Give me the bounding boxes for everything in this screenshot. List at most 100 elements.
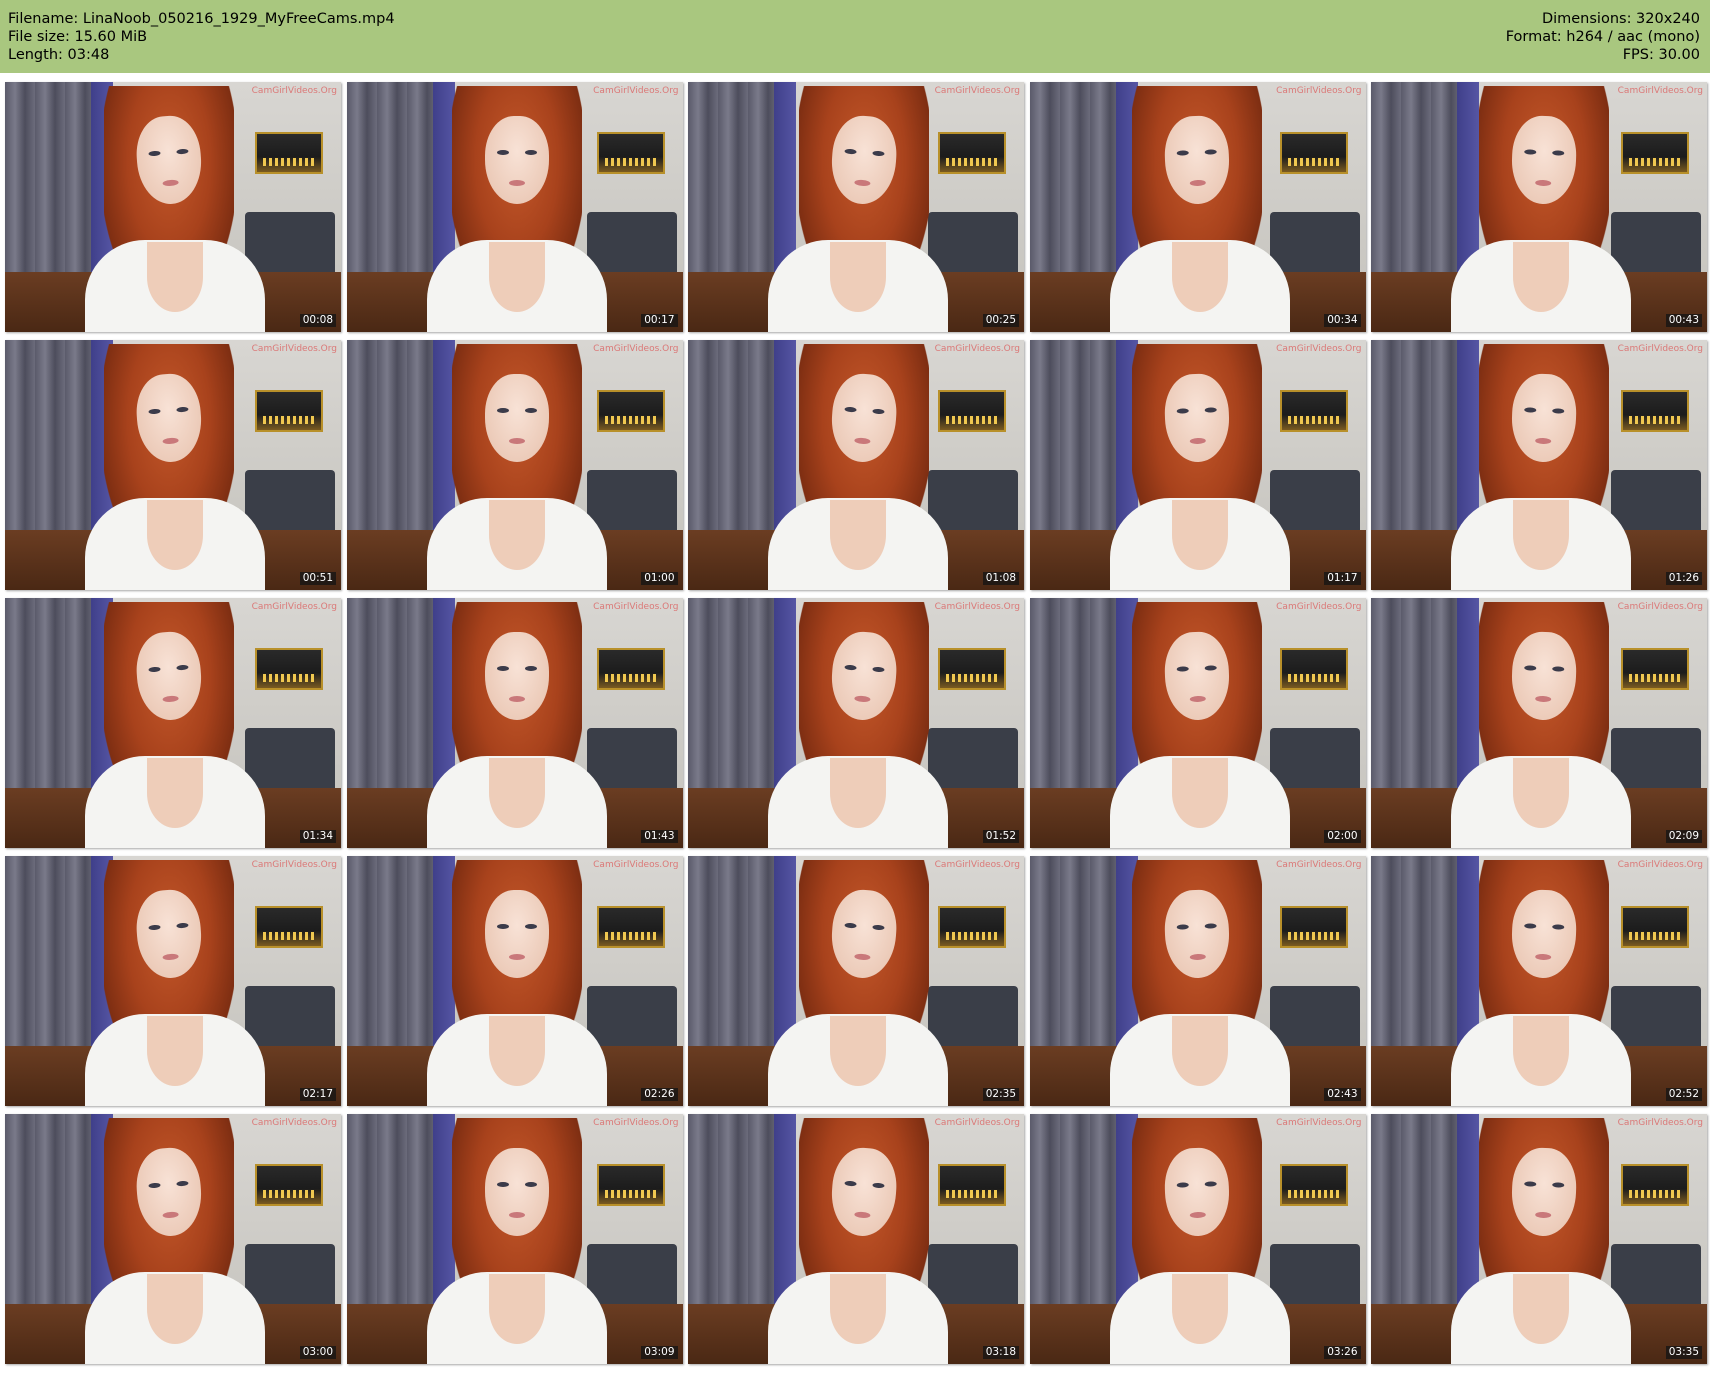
- left-eye-graphic: [148, 1182, 161, 1189]
- curtain-graphic: [346, 856, 433, 1066]
- face-graphic: [484, 890, 549, 978]
- curtain-graphic: [1371, 82, 1457, 292]
- file-info-right: Dimensions: 320x240 Format: h264 / aac (…: [1506, 10, 1700, 64]
- mouth-graphic: [854, 437, 871, 445]
- neckline-graphic: [830, 1274, 886, 1344]
- wall-picture-graphic: [1621, 390, 1689, 432]
- neckline-graphic: [1171, 1016, 1228, 1086]
- right-eye-graphic: [524, 666, 537, 671]
- right-eye-graphic: [1552, 408, 1565, 414]
- video-thumbnail: CamGirlVideos.Org 03:26: [1029, 1114, 1366, 1364]
- left-eye-graphic: [1524, 665, 1537, 671]
- face-graphic: [484, 1148, 549, 1236]
- neckline-graphic: [830, 1016, 886, 1086]
- neckline-graphic: [147, 1016, 203, 1086]
- video-thumbnail: CamGirlVideos.Org 02:52: [1371, 856, 1707, 1106]
- curtain-graphic: [346, 1114, 433, 1324]
- timestamp-label: 02:35: [982, 1088, 1019, 1101]
- right-eye-graphic: [1204, 923, 1217, 929]
- neckline-graphic: [488, 242, 545, 312]
- mouth-graphic: [854, 179, 871, 187]
- mouth-graphic: [508, 1212, 525, 1218]
- wall-picture-graphic: [1621, 132, 1689, 174]
- mouth-graphic: [854, 695, 871, 703]
- timestamp-label: 01:17: [1324, 572, 1361, 585]
- wall-picture-graphic: [1621, 906, 1689, 948]
- left-eye-graphic: [496, 1182, 509, 1187]
- left-eye-graphic: [148, 408, 161, 415]
- video-thumbnail: CamGirlVideos.Org 01:52: [688, 598, 1024, 848]
- wall-picture-graphic: [255, 648, 323, 690]
- right-eye-graphic: [524, 408, 537, 413]
- curtain-graphic: [1029, 598, 1116, 808]
- mouth-graphic: [162, 695, 179, 703]
- timestamp-label: 00:51: [299, 572, 336, 585]
- mouth-graphic: [1535, 437, 1552, 445]
- curtain-graphic: [5, 1114, 91, 1324]
- left-eye-graphic: [1176, 666, 1189, 672]
- watermark-text: CamGirlVideos.Org: [251, 1118, 337, 1128]
- left-eye-graphic: [844, 922, 857, 929]
- mouth-graphic: [162, 953, 179, 961]
- curtain-graphic: [688, 340, 774, 550]
- left-eye-graphic: [1524, 1181, 1537, 1187]
- wall-picture-graphic: [1279, 906, 1348, 948]
- file-info-left: Filename: LinaNoob_050216_1929_MyFreeCam…: [8, 10, 395, 64]
- watermark-text: CamGirlVideos.Org: [593, 344, 679, 354]
- left-eye-graphic: [148, 924, 161, 931]
- watermark-text: CamGirlVideos.Org: [1617, 344, 1703, 354]
- mouth-graphic: [854, 953, 871, 961]
- neckline-graphic: [1171, 500, 1228, 570]
- timestamp-label: 02:00: [1324, 830, 1361, 843]
- left-eye-graphic: [1524, 149, 1537, 155]
- wall-picture-graphic: [1621, 1164, 1689, 1206]
- left-eye-graphic: [844, 148, 857, 155]
- video-thumbnail: CamGirlVideos.Org 01:26: [1371, 340, 1707, 590]
- timestamp-label: 01:08: [982, 572, 1019, 585]
- video-thumbnail: CamGirlVideos.Org 02:43: [1029, 856, 1366, 1106]
- dimensions-text: Dimensions: 320x240: [1541, 11, 1700, 27]
- timestamp-label: 02:26: [641, 1088, 678, 1101]
- timestamp-label: 00:43: [1665, 314, 1702, 327]
- video-thumbnail: CamGirlVideos.Org 03:09: [346, 1114, 683, 1364]
- video-thumbnail: CamGirlVideos.Org 00:17: [346, 82, 683, 332]
- watermark-text: CamGirlVideos.Org: [934, 602, 1020, 612]
- thumbnail-grid: CamGirlVideos.Org 00:08 CamGirlVideos.Or…: [5, 82, 1707, 1370]
- left-eye-graphic: [1524, 923, 1537, 929]
- timestamp-label: 00:08: [299, 314, 336, 327]
- wall-picture-graphic: [1621, 648, 1689, 690]
- video-thumbnail: CamGirlVideos.Org 02:00: [1029, 598, 1366, 848]
- left-eye-graphic: [496, 666, 509, 671]
- video-thumbnail: CamGirlVideos.Org 01:34: [5, 598, 341, 848]
- watermark-text: CamGirlVideos.Org: [251, 860, 337, 870]
- curtain-graphic: [1371, 856, 1457, 1066]
- fps-text: FPS: 30.00: [1622, 47, 1700, 63]
- curtain-graphic: [688, 82, 774, 292]
- video-thumbnail: CamGirlVideos.Org 03:18: [688, 1114, 1024, 1364]
- timestamp-label: 02:43: [1324, 1088, 1361, 1101]
- watermark-text: CamGirlVideos.Org: [593, 1118, 679, 1128]
- curtain-graphic: [688, 1114, 774, 1324]
- wall-picture-graphic: [1279, 648, 1348, 690]
- right-eye-graphic: [872, 408, 885, 415]
- wall-picture-graphic: [255, 390, 323, 432]
- left-eye-graphic: [148, 150, 161, 157]
- curtain-graphic: [5, 598, 91, 808]
- right-eye-graphic: [176, 664, 189, 671]
- watermark-text: CamGirlVideos.Org: [934, 1118, 1020, 1128]
- left-eye-graphic: [1176, 150, 1189, 156]
- neckline-graphic: [830, 242, 886, 312]
- neckline-graphic: [488, 1016, 545, 1086]
- face-graphic: [484, 374, 549, 462]
- left-eye-graphic: [1176, 408, 1189, 414]
- face-graphic: [484, 632, 549, 720]
- right-eye-graphic: [176, 922, 189, 929]
- wall-picture-graphic: [1279, 132, 1348, 174]
- neckline-graphic: [1171, 758, 1228, 828]
- mouth-graphic: [1189, 953, 1206, 961]
- timestamp-label: 00:25: [982, 314, 1019, 327]
- right-eye-graphic: [176, 148, 189, 155]
- right-eye-graphic: [872, 1182, 885, 1189]
- timestamp-label: 01:52: [982, 830, 1019, 843]
- wall-picture-graphic: [938, 648, 1006, 690]
